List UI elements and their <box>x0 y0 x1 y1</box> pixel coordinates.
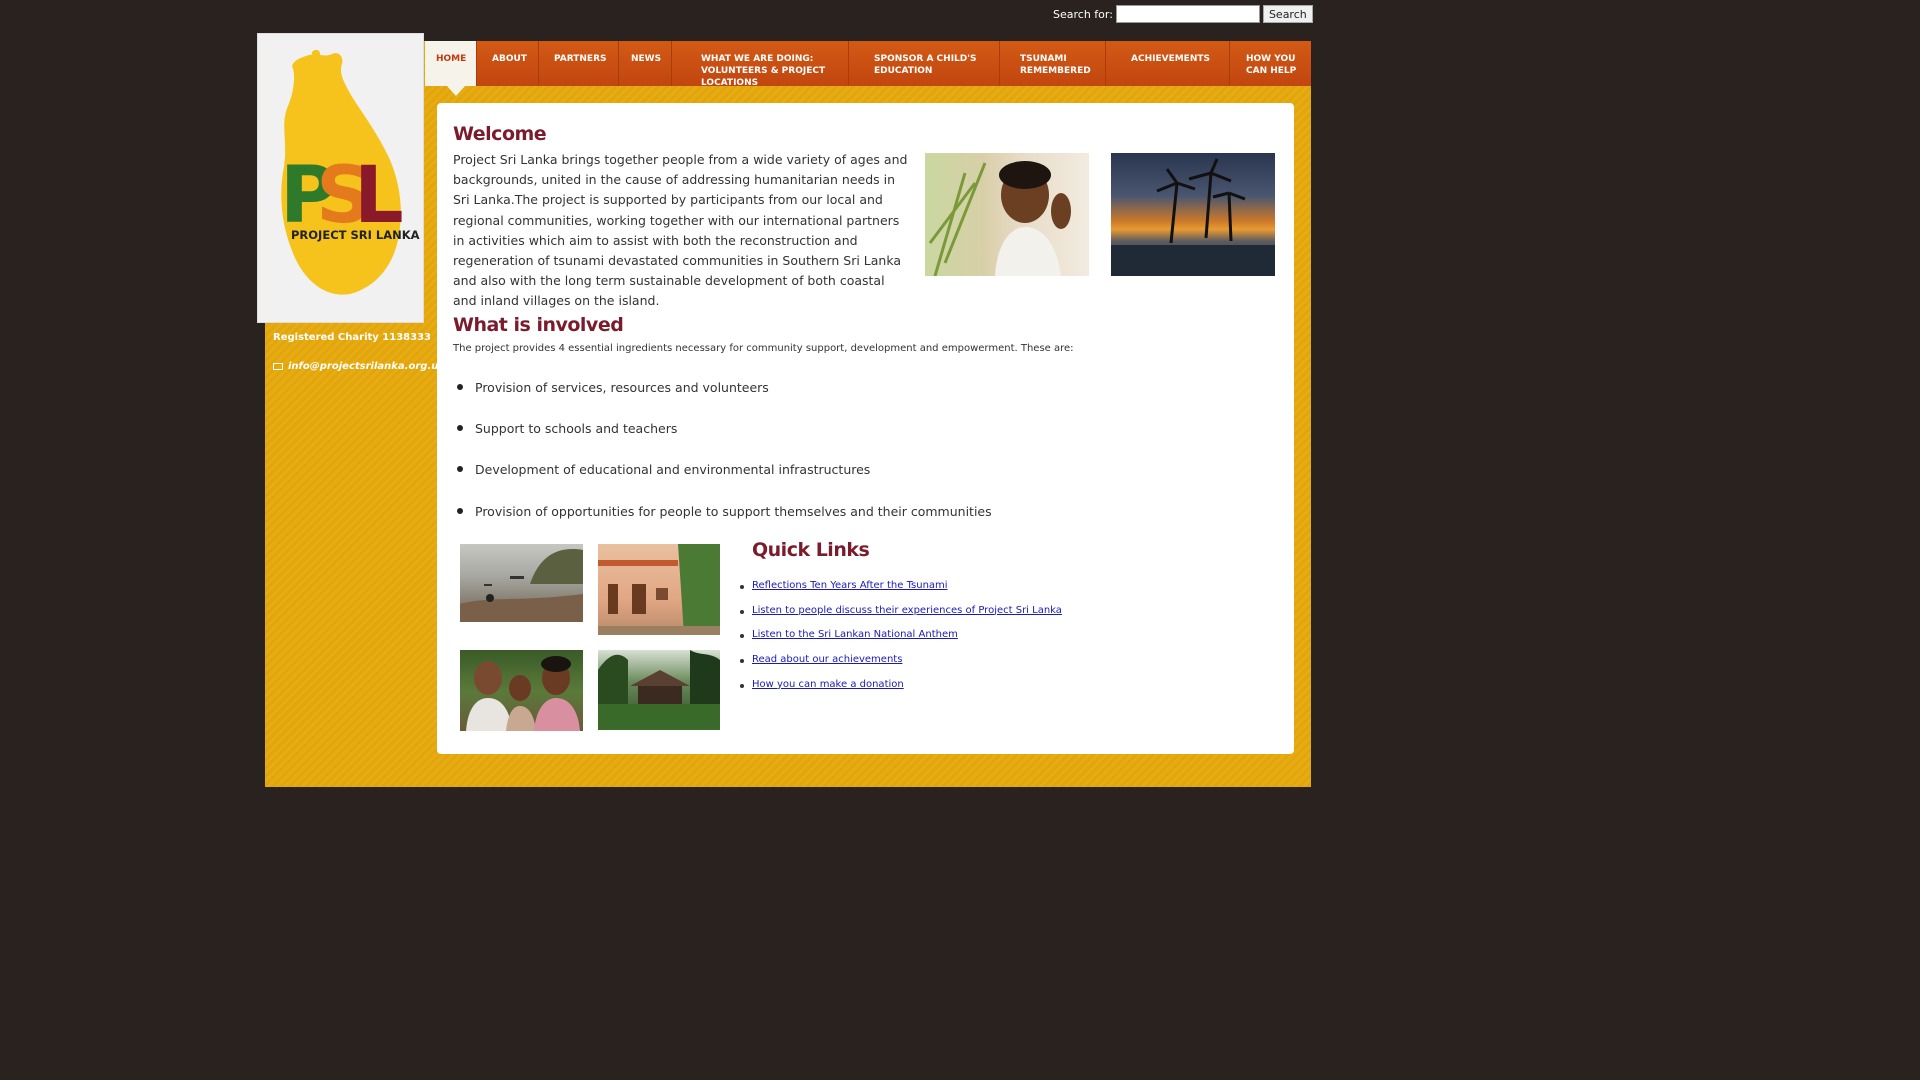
family-photo <box>460 650 583 731</box>
email-link[interactable]: info@projectsrilanka.org.uk <box>273 361 445 372</box>
sri-lanka-map-icon: P S L PROJECT SRI LANKA <box>280 49 420 295</box>
nav-label: ACHIEVEMENTS <box>1131 54 1210 64</box>
list-item: Support to schools and teachers <box>453 417 992 458</box>
nav-label: REMEMBERED <box>1020 66 1091 76</box>
nav-label: NEWS <box>631 54 662 64</box>
quick-links-title: Quick Links <box>752 539 870 561</box>
nav-label: ABOUT <box>492 54 527 64</box>
nav-label: EDUCATION <box>874 66 933 76</box>
nav-achievements[interactable]: ACHIEVEMENTS <box>1106 41 1230 86</box>
child-photo <box>925 153 1089 276</box>
search-bar: Search for: Search <box>1053 5 1313 23</box>
nav-label: VOLUNTEERS & PROJECT <box>701 66 826 76</box>
nav-label: CAN HELP <box>1246 66 1297 76</box>
nav-label: PARTNERS <box>554 54 607 64</box>
quick-links-list: Reflections Ten Years After the Tsunami … <box>740 580 1062 703</box>
involved-title: What is involved <box>453 314 624 336</box>
list-item: Development of educational and environme… <box>453 458 992 499</box>
email-text: info@projectsrilanka.org.uk <box>288 361 445 372</box>
school-building-photo <box>598 544 720 635</box>
quick-link[interactable]: Reflections Ten Years After the Tsunami <box>752 580 948 591</box>
charity-number: Registered Charity 1138333 <box>273 332 431 343</box>
quick-link[interactable]: Listen to the Sri Lankan National Anthem <box>752 629 958 640</box>
nav-label: SPONSOR A CHILD'S <box>874 54 977 64</box>
list-item: Listen to the Sri Lankan National Anthem <box>740 629 1062 654</box>
quick-link[interactable]: Listen to people discuss their experienc… <box>752 605 1062 616</box>
envelope-icon <box>273 363 283 370</box>
quick-link[interactable]: How you can make a donation <box>752 679 904 690</box>
nav-label: HOME <box>436 54 467 64</box>
nav-label: WHAT WE ARE DOING: <box>701 54 814 64</box>
main-nav: HOME ABOUT PARTNERS NEWS WHAT WE ARE DOI… <box>425 41 1311 96</box>
nav-news[interactable]: NEWS <box>619 41 672 86</box>
welcome-title: Welcome <box>453 123 547 145</box>
hut-photo <box>598 650 720 730</box>
nav-sponsor-education[interactable]: SPONSOR A CHILD'S EDUCATION <box>849 41 1000 86</box>
nav-about[interactable]: ABOUT <box>477 41 539 86</box>
search-input[interactable] <box>1115 5 1260 23</box>
nav-home[interactable]: HOME <box>425 41 477 96</box>
nav-label: LOCATIONS <box>701 78 759 88</box>
search-label: Search for: <box>1053 7 1113 21</box>
list-item: Provision of opportunities for people to… <box>453 500 992 541</box>
nav-tsunami-remembered[interactable]: TSUNAMI REMEMBERED <box>1000 41 1106 86</box>
list-item: Provision of services, resources and vol… <box>453 376 992 417</box>
beach-boats-photo <box>460 544 583 622</box>
quick-link[interactable]: Read about our achievements <box>752 654 902 665</box>
nav-what-we-are-doing[interactable]: WHAT WE ARE DOING: VOLUNTEERS & PROJECT … <box>672 41 849 88</box>
list-item: Listen to people discuss their experienc… <box>740 605 1062 630</box>
welcome-body: Project Sri Lanka brings together people… <box>453 152 908 309</box>
search-button[interactable]: Search <box>1262 5 1313 23</box>
logo-subtitle: PROJECT SRI LANKA <box>291 228 420 242</box>
nav-label: TSUNAMI <box>1020 54 1067 64</box>
nav-label: HOW YOU <box>1246 54 1296 64</box>
list-item: Read about our achievements <box>740 654 1062 679</box>
sunset-photo <box>1111 153 1275 276</box>
involved-list: Provision of services, resources and vol… <box>453 376 992 541</box>
nav-partners[interactable]: PARTNERS <box>539 41 619 86</box>
list-item: How you can make a donation <box>740 679 1062 704</box>
list-item: Reflections Ten Years After the Tsunami <box>740 580 1062 605</box>
nav-how-you-can-help[interactable]: HOW YOU CAN HELP <box>1230 41 1311 86</box>
involved-intro: The project provides 4 essential ingredi… <box>453 343 1074 354</box>
logo[interactable]: P S L PROJECT SRI LANKA <box>257 33 424 323</box>
